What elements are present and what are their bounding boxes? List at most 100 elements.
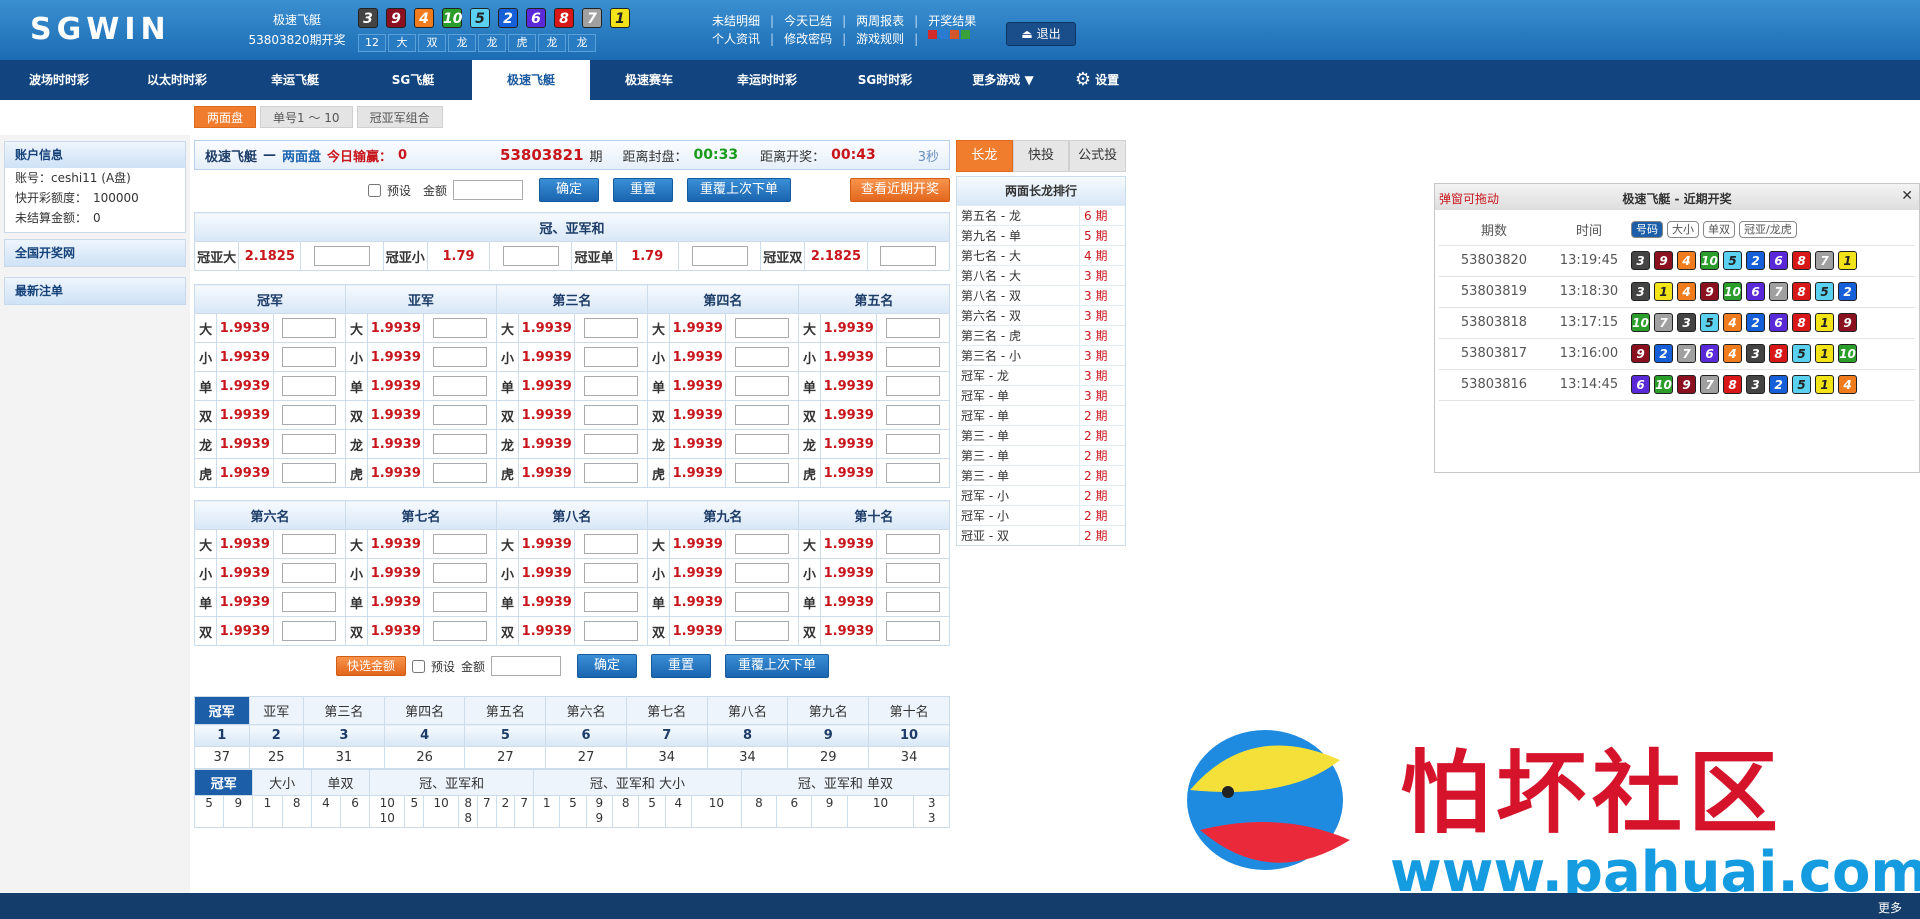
bet-amount-input[interactable] bbox=[584, 405, 639, 425]
nav-item[interactable]: 幸运飞艇 bbox=[236, 60, 354, 100]
bet-amount-input[interactable] bbox=[584, 592, 639, 612]
theme-swatch[interactable] bbox=[928, 30, 938, 39]
ribbon2-tab[interactable]: 冠军 bbox=[193, 769, 254, 796]
nav-item[interactable]: SG时时彩 bbox=[826, 60, 944, 100]
bet-amount-input[interactable] bbox=[433, 434, 488, 454]
bet-amount-input[interactable] bbox=[735, 534, 790, 554]
bet-amount-input[interactable] bbox=[735, 621, 790, 641]
bet-amount-input[interactable] bbox=[433, 534, 488, 554]
bet-amount-input[interactable] bbox=[886, 534, 941, 554]
bet-amount-input[interactable] bbox=[282, 434, 337, 454]
top-link[interactable]: 未结明细 bbox=[712, 12, 760, 30]
bet-amount-input[interactable] bbox=[584, 534, 639, 554]
bet-amount-input[interactable] bbox=[886, 463, 941, 483]
quick-amount-button[interactable]: 快选金额 bbox=[336, 656, 407, 676]
bet-amount-input[interactable] bbox=[886, 592, 941, 612]
bet-amount-input[interactable] bbox=[433, 463, 488, 483]
reset-button-bottom[interactable]: 重置 bbox=[651, 654, 712, 678]
ribbon-tab[interactable]: 第三名 bbox=[303, 696, 385, 725]
logout-button[interactable]: ⏏ 退出 bbox=[1006, 22, 1076, 46]
ribbon-tab[interactable]: 第八名 bbox=[706, 696, 789, 725]
ribbon2-tab[interactable]: 冠、亚军和 大小 bbox=[532, 769, 742, 796]
bet-amount-input[interactable] bbox=[584, 621, 639, 641]
refresh-countdown[interactable]: 3秒 bbox=[918, 146, 939, 165]
theme-swatch[interactable] bbox=[939, 30, 949, 39]
top-link[interactable]: 修改密码 bbox=[784, 30, 832, 48]
nav-item[interactable]: 极速赛车 bbox=[590, 60, 708, 100]
bet-amount-input[interactable] bbox=[886, 318, 941, 338]
top-link[interactable]: 开奖结果 bbox=[928, 12, 976, 30]
bet-amount-input[interactable] bbox=[433, 405, 488, 425]
recent-bets-link[interactable]: 最新注单 bbox=[4, 277, 186, 305]
bet-amount-input[interactable] bbox=[735, 376, 790, 396]
bet-amount-input[interactable] bbox=[282, 376, 337, 396]
ribbon-tab[interactable]: 第十名 bbox=[868, 696, 950, 725]
top-link[interactable]: 两周报表 bbox=[856, 12, 904, 30]
amount-input-bottom[interactable] bbox=[491, 656, 562, 676]
bet-amount-input[interactable] bbox=[584, 563, 639, 583]
close-icon[interactable]: ✕ bbox=[1901, 188, 1913, 204]
bet-amount-input[interactable] bbox=[886, 347, 941, 367]
national-link[interactable]: 全国开奖网 bbox=[4, 239, 186, 267]
bet-amount-input[interactable] bbox=[433, 347, 488, 367]
top-link[interactable]: 游戏规则 bbox=[856, 30, 904, 48]
popup-header[interactable]: 弹窗可拖动 极速飞艇 - 近期开奖 ✕ bbox=[1435, 184, 1919, 210]
nav-item[interactable]: 更多游戏 ▼ bbox=[944, 60, 1062, 100]
bet-amount-input[interactable] bbox=[886, 376, 941, 396]
filter-button[interactable]: 冠亚/龙虎 bbox=[1739, 220, 1797, 238]
bet-amount-input[interactable] bbox=[735, 463, 790, 483]
bet-amount-input[interactable] bbox=[735, 405, 790, 425]
bet-amount-input[interactable] bbox=[886, 434, 941, 454]
ribbon-tab[interactable]: 第七名 bbox=[625, 696, 708, 725]
nav-item[interactable]: 极速飞艇 bbox=[472, 60, 590, 100]
ribbon2-tab[interactable]: 大小 bbox=[252, 769, 312, 796]
recent-results-popup[interactable]: 弹窗可拖动 极速飞艇 - 近期开奖 ✕ 期数 时间 号码 大小 单双 冠亚/龙虎 53803… bbox=[1434, 183, 1920, 473]
bet-amount-input[interactable] bbox=[433, 592, 488, 612]
gy-amount-input[interactable] bbox=[880, 246, 937, 266]
bet-amount-input[interactable] bbox=[433, 621, 488, 641]
bet-amount-input[interactable] bbox=[735, 563, 790, 583]
ribbon-tab[interactable]: 亚军 bbox=[248, 696, 304, 725]
bet-amount-input[interactable] bbox=[282, 318, 337, 338]
footer-more[interactable]: 更多 bbox=[1878, 899, 1902, 916]
bet-amount-input[interactable] bbox=[735, 434, 790, 454]
settings-button[interactable]: ⚙ 设置 bbox=[1062, 60, 1132, 100]
nav-item[interactable]: SG飞艇 bbox=[354, 60, 472, 100]
bet-amount-input[interactable] bbox=[584, 434, 639, 454]
confirm-button-bottom[interactable]: 确定 bbox=[577, 654, 638, 678]
preset-checkbox-bottom[interactable] bbox=[412, 659, 426, 673]
confirm-button[interactable]: 确定 bbox=[539, 178, 600, 202]
bet-amount-input[interactable] bbox=[282, 563, 337, 583]
ribbon2-tab[interactable]: 单双 bbox=[310, 769, 371, 796]
bet-amount-input[interactable] bbox=[584, 318, 639, 338]
bet-amount-input[interactable] bbox=[282, 534, 337, 554]
bet-amount-input[interactable] bbox=[282, 592, 337, 612]
top-link[interactable]: 今天已结 bbox=[784, 12, 832, 30]
nav-item[interactable]: 幸运时时彩 bbox=[708, 60, 826, 100]
bet-amount-input[interactable] bbox=[735, 592, 790, 612]
bet-amount-input[interactable] bbox=[433, 318, 488, 338]
theme-swatch[interactable] bbox=[950, 30, 960, 39]
bet-amount-input[interactable] bbox=[584, 463, 639, 483]
sub-tab[interactable]: 冠亚军组合 bbox=[356, 106, 443, 128]
bet-amount-input[interactable] bbox=[584, 347, 639, 367]
right-tab[interactable]: 公式投 bbox=[1069, 140, 1127, 172]
recent-results-button[interactable]: 查看近期开奖 bbox=[849, 178, 950, 202]
amount-input[interactable] bbox=[453, 180, 524, 200]
bet-amount-input[interactable] bbox=[282, 405, 337, 425]
bet-amount-input[interactable] bbox=[433, 563, 488, 583]
theme-swatches[interactable] bbox=[928, 30, 971, 48]
right-tab[interactable]: 长龙 bbox=[956, 140, 1013, 172]
filter-button[interactable]: 大小 bbox=[1667, 220, 1699, 238]
theme-swatch[interactable] bbox=[961, 30, 971, 39]
sub-tab[interactable]: 两面盘 bbox=[194, 106, 257, 128]
ribbon-tab[interactable]: 第六名 bbox=[545, 696, 627, 725]
bet-amount-input[interactable] bbox=[735, 318, 790, 338]
gy-amount-input[interactable] bbox=[502, 246, 559, 266]
nav-item[interactable]: 波场时时彩 bbox=[0, 60, 118, 100]
bet-amount-input[interactable] bbox=[886, 563, 941, 583]
repeat-button[interactable]: 重覆上次下单 bbox=[687, 178, 792, 202]
bet-amount-input[interactable] bbox=[282, 347, 337, 367]
repeat-button-bottom[interactable]: 重覆上次下单 bbox=[725, 654, 830, 678]
ribbon2-tab[interactable]: 冠、亚军和 bbox=[369, 769, 534, 796]
